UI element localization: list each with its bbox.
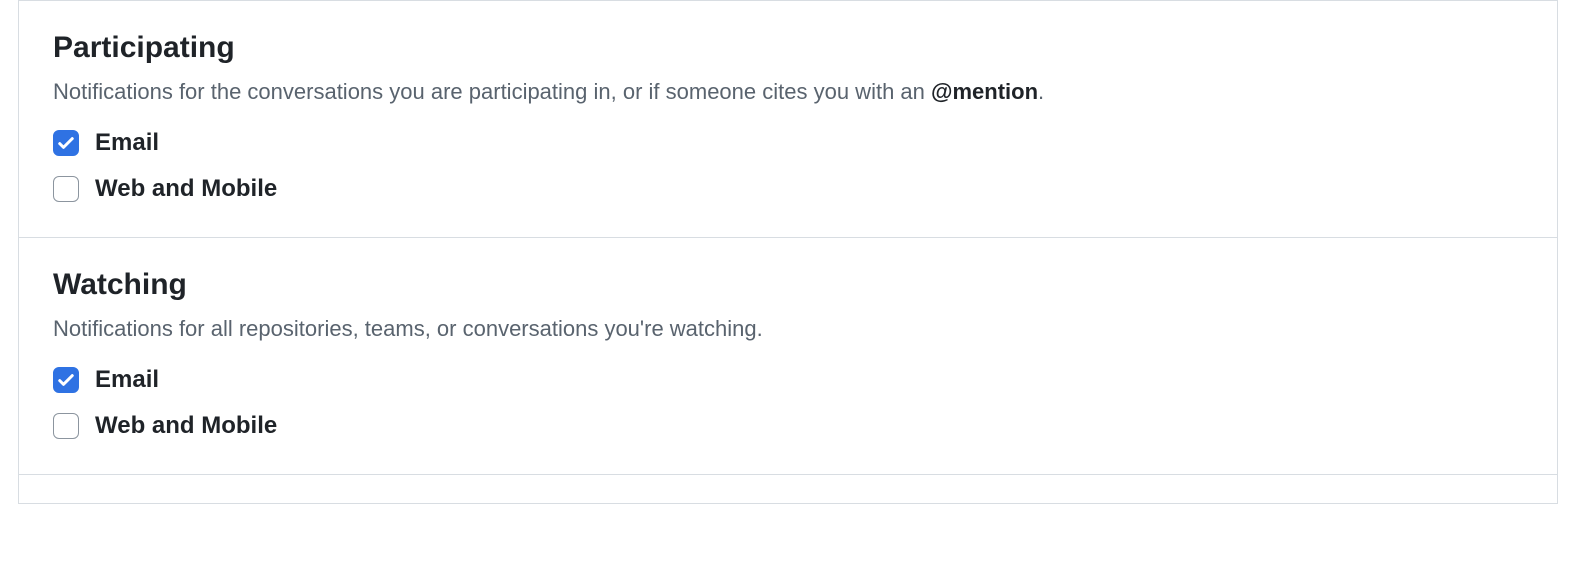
participating-webmobile-checkbox[interactable] (53, 176, 79, 202)
next-section-stub (19, 474, 1557, 504)
participating-email-checkbox[interactable] (53, 130, 79, 156)
participating-webmobile-row: Web and Mobile (53, 175, 1523, 203)
participating-email-label[interactable]: Email (95, 129, 159, 157)
participating-title: Participating (53, 31, 1523, 65)
check-icon (56, 133, 76, 153)
participating-description: Notifications for the conversations you … (53, 79, 1523, 105)
participating-email-row: Email (53, 129, 1523, 157)
watching-webmobile-row: Web and Mobile (53, 412, 1523, 440)
watching-description: Notifications for all repositories, team… (53, 316, 1523, 342)
watching-email-row: Email (53, 366, 1523, 394)
watching-email-checkbox[interactable] (53, 367, 79, 393)
participating-webmobile-label[interactable]: Web and Mobile (95, 175, 277, 203)
settings-panel: Participating Notifications for the conv… (18, 0, 1558, 504)
mention-text: @mention (931, 79, 1038, 104)
check-icon (56, 370, 76, 390)
watching-title: Watching (53, 268, 1523, 302)
watching-email-label[interactable]: Email (95, 366, 159, 394)
watching-section: Watching Notifications for all repositor… (19, 237, 1557, 474)
participating-section: Participating Notifications for the conv… (19, 0, 1557, 237)
watching-webmobile-label[interactable]: Web and Mobile (95, 412, 277, 440)
watching-webmobile-checkbox[interactable] (53, 413, 79, 439)
